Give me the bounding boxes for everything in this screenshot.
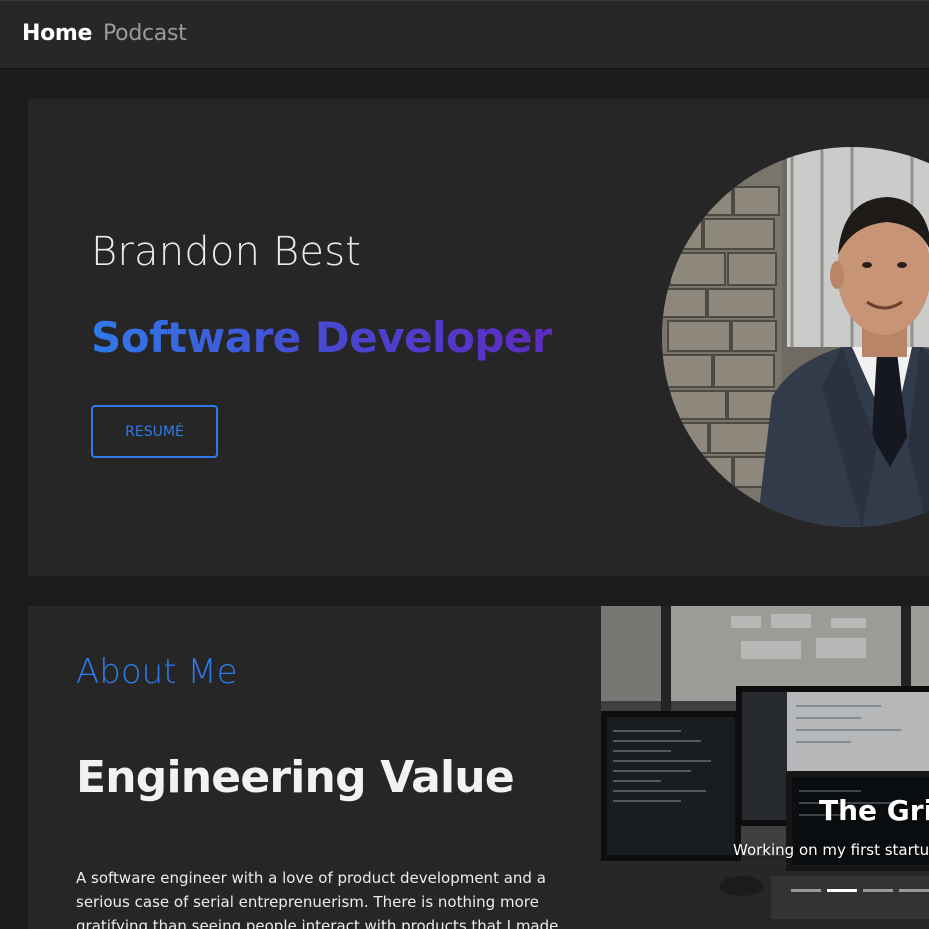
top-navbar: Home Podcast: [0, 0, 929, 69]
photo-carousel[interactable]: The Grind Working on my first startup: [601, 606, 929, 919]
about-heading: About Me: [76, 652, 238, 692]
carousel-caption: Working on my first startup: [733, 841, 929, 859]
profile-photo: [662, 147, 929, 527]
about-paragraph: A software engineer with a love of produ…: [76, 869, 564, 929]
hero-section: Brandon Best Software Developer RESUMÉ: [28, 99, 929, 576]
nav-podcast-link[interactable]: Podcast: [103, 21, 187, 46]
resume-button[interactable]: RESUMÉ: [91, 405, 218, 458]
carousel-indicator-1[interactable]: [791, 889, 821, 892]
carousel-title: The Grind: [819, 794, 929, 827]
carousel-indicator-3[interactable]: [863, 889, 893, 892]
nav-home-link[interactable]: Home: [22, 21, 92, 46]
about-title: Engineering Value: [76, 752, 515, 803]
hero-name: Brandon Best: [91, 229, 362, 275]
about-section: About Me Engineering Value A software en…: [28, 606, 929, 929]
hero-role: Software Developer: [91, 313, 553, 362]
carousel-indicator-4[interactable]: [899, 889, 929, 892]
carousel-indicator-2[interactable]: [827, 889, 857, 892]
carousel-slide-image: [601, 606, 929, 919]
